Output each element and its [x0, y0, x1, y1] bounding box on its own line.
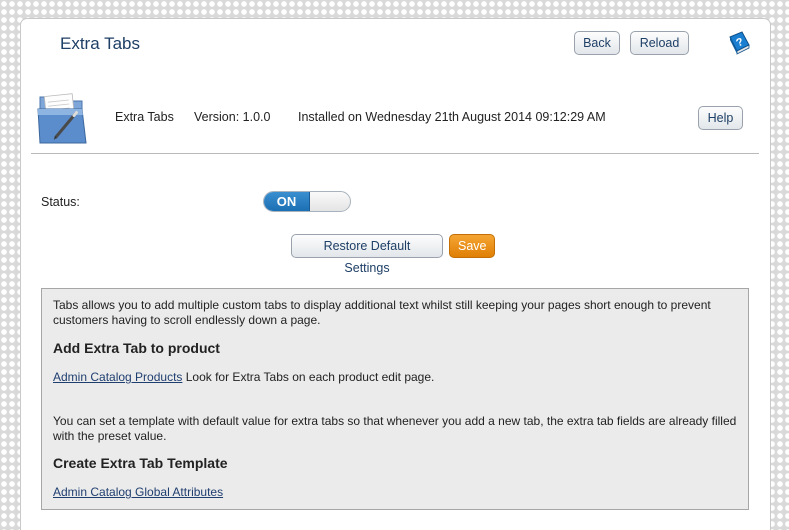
reload-button[interactable]: Reload — [630, 31, 689, 55]
module-name: Extra Tabs — [115, 110, 174, 124]
heading-add-extra-tab: Add Extra Tab to product — [53, 340, 220, 356]
status-toggle-on: ON — [264, 192, 310, 211]
module-panel: Extra Tabs Back Reload ? Extra Tabs Vers… — [20, 18, 771, 530]
page-title: Extra Tabs — [60, 34, 141, 53]
divider — [31, 153, 759, 154]
page-header: Extra Tabs Back Reload ? — [21, 19, 770, 69]
folder-document-icon — [34, 89, 90, 145]
products-hint: Look for Extra Tabs on each product edit… — [182, 370, 435, 384]
status-toggle[interactable]: ON — [263, 191, 351, 212]
help-book-icon[interactable]: ? — [727, 31, 751, 57]
install-date: Installed on Wednesday 21th August 2014 … — [298, 110, 606, 124]
info-line-products: Admin Catalog Products Look for Extra Ta… — [53, 370, 434, 385]
info-template-text: You can set a template with default valu… — [53, 414, 737, 443]
module-info-row: Extra Tabs Version: 1.0.0 Installed on W… — [21, 81, 770, 151]
restore-defaults-button[interactable]: Restore Default Settings — [291, 234, 443, 275]
module-version: Version: 1.0.0 — [194, 110, 271, 124]
info-line-attributes: Admin Catalog Global Attributes — [53, 485, 223, 500]
admin-catalog-global-attributes-link[interactable]: Admin Catalog Global Attributes — [53, 485, 223, 499]
help-button[interactable]: Help — [698, 106, 743, 130]
heading-create-template: Create Extra Tab Template — [53, 455, 228, 471]
info-intro: Tabs allows you to add multiple custom t… — [53, 298, 711, 327]
back-button[interactable]: Back — [574, 31, 620, 55]
admin-catalog-products-link[interactable]: Admin Catalog Products — [53, 370, 182, 384]
status-label: Status: — [41, 195, 80, 209]
info-box: Tabs allows you to add multiple custom t… — [41, 288, 749, 510]
save-button[interactable]: Save — [449, 234, 495, 258]
